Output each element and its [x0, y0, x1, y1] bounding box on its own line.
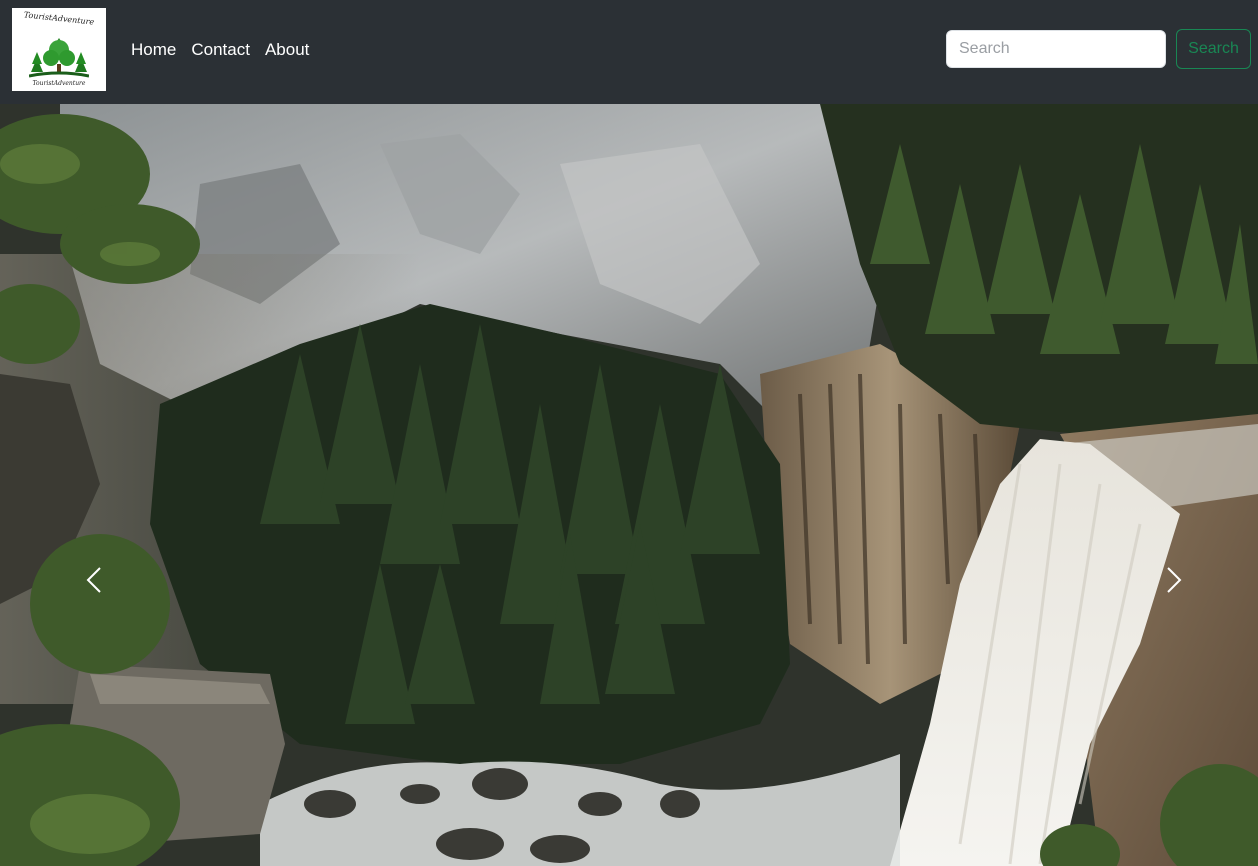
- waterfall-canyon-photo: [0, 104, 1258, 866]
- tree-logo-icon: [29, 38, 89, 78]
- navbar: TouristAdventure TouristAdventure Home C…: [0, 0, 1258, 104]
- logo-text-bottom: TouristAdventure: [32, 80, 86, 87]
- carousel-prev-button[interactable]: [0, 104, 180, 866]
- chevron-left-icon: [86, 567, 101, 593]
- image-carousel: [0, 104, 1258, 866]
- search-input[interactable]: [946, 30, 1166, 68]
- nav-link-home[interactable]: Home: [131, 38, 176, 62]
- search-button[interactable]: Search: [1176, 29, 1251, 69]
- logo-text-top: TouristAdventure: [23, 10, 95, 27]
- chevron-right-icon: [1167, 567, 1182, 593]
- nav-link-contact[interactable]: Contact: [191, 38, 250, 62]
- brand-logo[interactable]: TouristAdventure TouristAdventure: [12, 8, 106, 91]
- carousel-next-button[interactable]: [1078, 104, 1258, 866]
- nav-link-about[interactable]: About: [265, 38, 309, 62]
- nav-links: Home Contact About: [131, 38, 324, 62]
